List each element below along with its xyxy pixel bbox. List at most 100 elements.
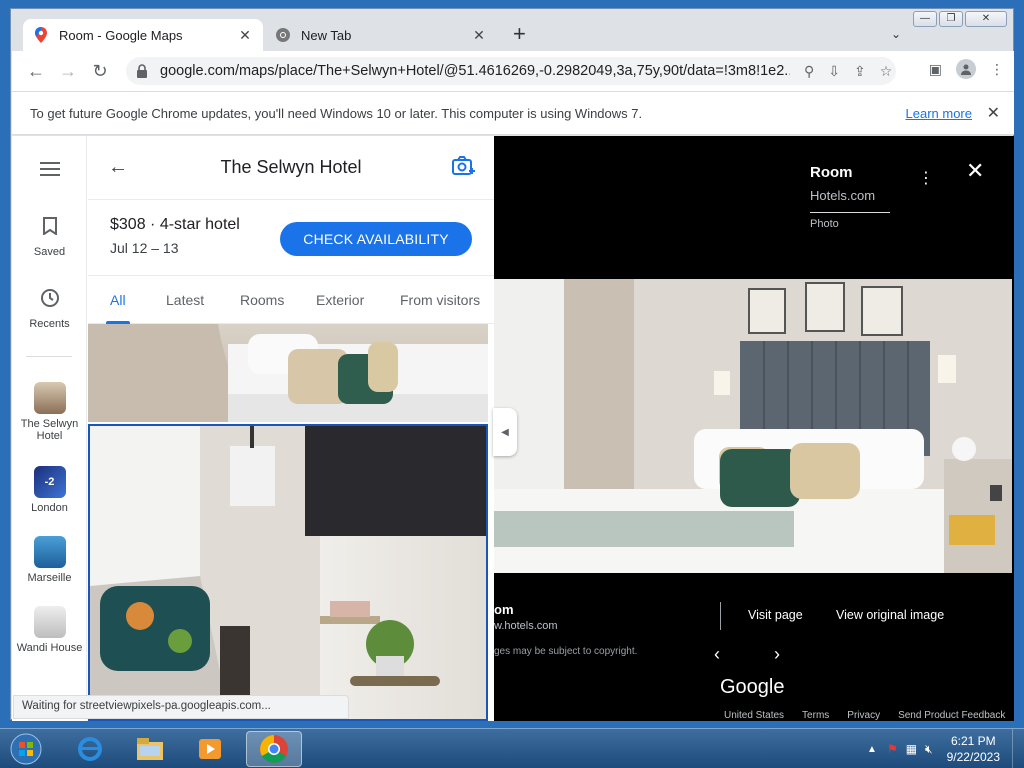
wandi-thumbnail (33, 606, 66, 638)
rail-place-wandi[interactable]: Wandi House (12, 606, 87, 654)
learn-more-link[interactable]: Learn more (906, 106, 972, 121)
reload-icon[interactable]: ↻ (84, 57, 116, 85)
clock[interactable]: 6:21 PM 9/22/2023 (937, 733, 1012, 765)
source-divider (810, 212, 890, 213)
feedback-link[interactable]: Send Product Feedback (898, 710, 1005, 721)
more-options-icon[interactable]: ⋮ (918, 168, 934, 188)
history-icon (34, 282, 66, 314)
photo-tabs: All Latest Rooms Exterior From visitors (88, 276, 494, 324)
photo-grid (88, 324, 494, 721)
status-bubble: Waiting for streetviewpixels-pa.googleap… (13, 695, 349, 719)
start-button[interactable] (4, 731, 48, 767)
rail-place-selwyn[interactable]: The Selwyn Hotel (12, 382, 87, 442)
back-arrow-icon[interactable]: ← (20, 57, 52, 85)
tab-all[interactable]: All (110, 292, 126, 308)
close-tab-icon[interactable]: ✕ (237, 27, 253, 44)
footer-divider (720, 602, 721, 630)
address-bar[interactable]: google.com/maps/place/The+Selwyn+Hotel/@… (126, 57, 896, 85)
menu-dots-icon[interactable]: ⋮ (990, 61, 1004, 78)
chrome-icon (275, 27, 291, 43)
photo-thumbnail-selected[interactable] (88, 424, 488, 721)
system-tray: ▲ ⚑ ▦ 🔇︎ 6:21 PM 9/22/2023 (867, 729, 1024, 768)
privacy-link[interactable]: Privacy (847, 710, 880, 721)
internet-explorer-icon[interactable] (62, 731, 118, 767)
rail-place-label: The Selwyn Hotel (20, 418, 79, 442)
tab-new-tab[interactable]: New Tab ✕ (265, 19, 497, 51)
close-infobar-icon[interactable]: ✕ (987, 103, 1000, 123)
new-tab-button[interactable]: + (513, 23, 526, 45)
file-explorer-icon[interactable] (122, 731, 178, 767)
tab-search-chevron-icon[interactable]: ⌄ (891, 27, 901, 41)
show-hidden-icons-icon[interactable]: ▲ (867, 744, 877, 755)
region-link[interactable]: United States (724, 710, 784, 721)
rail-recents-label: Recents (29, 318, 70, 330)
rail-saved-label: Saved (33, 246, 66, 258)
side-panel-icon[interactable]: ▣ (929, 61, 942, 78)
photo-viewer: Room Hotels.com Photo ⋮ ✕ om w.hotels.co… (494, 136, 1014, 721)
taskbar: ▲ ⚑ ▦ 🔇︎ 6:21 PM 9/22/2023 (0, 728, 1024, 768)
maximize-button[interactable]: ❐ (939, 11, 963, 27)
previous-chevron-icon[interactable]: ‹ (714, 644, 720, 665)
minimize-button[interactable]: — (913, 11, 937, 27)
url-text: google.com/maps/place/The+Selwyn+Hotel/@… (160, 63, 790, 79)
close-tab-icon[interactable]: ✕ (471, 27, 487, 44)
show-desktop-button[interactable] (1012, 729, 1024, 768)
network-icon[interactable]: ▦ (906, 742, 917, 756)
hotel-dates[interactable]: Jul 12 – 13 (110, 240, 179, 256)
google-logo: Google (720, 676, 785, 698)
tab-title: New Tab (301, 27, 352, 43)
visit-page-link[interactable]: Visit page (748, 608, 803, 622)
maps-pin-icon (33, 27, 49, 43)
browser-window: — ❐ ✕ Room - Google Maps ✕ New Tab ✕ + ⌄… (10, 8, 1014, 721)
close-window-button[interactable]: ✕ (965, 11, 1007, 27)
copyright-notice: ges may be subject to copyright. (494, 646, 638, 657)
rail-place-label: London (31, 502, 68, 514)
hotel-info: $308 · 4-star hotel Jul 12 – 13 CHECK AV… (88, 200, 494, 276)
chrome-taskbar-icon[interactable] (246, 731, 302, 767)
rail-place-london[interactable]: -2 London (12, 466, 87, 514)
rail-recents[interactable]: Recents (12, 282, 87, 330)
tab-rooms[interactable]: Rooms (240, 292, 284, 308)
photo-thumbnail[interactable] (88, 324, 488, 422)
profile-avatar-icon[interactable] (956, 59, 976, 79)
forward-arrow-icon[interactable]: → (52, 57, 84, 85)
terms-link[interactable]: Terms (802, 710, 829, 721)
footer-source-name: om (494, 602, 514, 617)
close-viewer-icon[interactable]: ✕ (966, 158, 984, 184)
location-pin-icon[interactable]: ⚲ (804, 63, 814, 80)
next-chevron-icon[interactable]: › (774, 644, 780, 665)
photo-source[interactable]: Hotels.com (810, 188, 875, 203)
tab-latest[interactable]: Latest (166, 292, 204, 308)
selwyn-thumbnail (33, 382, 66, 414)
media-player-icon[interactable] (182, 731, 238, 767)
rail-saved[interactable]: Saved (12, 210, 87, 258)
bookmark-icon (34, 210, 66, 242)
check-availability-button[interactable]: CHECK AVAILABILITY (280, 222, 472, 256)
action-center-flag-icon[interactable]: ⚑ (887, 742, 898, 756)
tab-exterior[interactable]: Exterior (316, 292, 364, 308)
bookmark-star-icon[interactable]: ☆ (880, 63, 893, 80)
hamburger-menu-icon[interactable] (12, 162, 87, 179)
install-app-icon[interactable]: ⇩ (828, 63, 840, 80)
view-original-link[interactable]: View original image (836, 608, 944, 622)
rail-place-marseille[interactable]: Marseille (12, 536, 87, 584)
clock-time: 6:21 PM (950, 734, 996, 748)
rail-divider (26, 356, 72, 357)
tab-title: Room - Google Maps (59, 27, 183, 43)
rail-place-label: Wandi House (16, 642, 83, 654)
hotel-price: $308 · 4-star hotel (110, 216, 240, 233)
rail-place-label: Marseille (27, 572, 72, 584)
browser-toolbar: ← → ↻ google.com/maps/place/The+Selwyn+H… (12, 51, 1014, 91)
footer-source-url[interactable]: w.hotels.com (494, 620, 558, 632)
share-icon[interactable]: ⇪ (854, 63, 866, 80)
add-photo-icon[interactable] (452, 156, 476, 181)
update-infobar: To get future Google Chrome updates, you… (12, 91, 1014, 135)
photo-kind: Photo (810, 218, 839, 230)
room-photo (494, 279, 1012, 573)
collapse-panel-button[interactable]: ◀ (493, 408, 517, 456)
panel-header: ← The Selwyn Hotel (88, 136, 494, 200)
volume-muted-icon[interactable]: 🔇︎ (925, 742, 933, 757)
tab-from-visitors[interactable]: From visitors (400, 292, 480, 308)
tab-google-maps[interactable]: Room - Google Maps ✕ (23, 19, 263, 51)
clock-date: 9/22/2023 (946, 750, 1000, 764)
